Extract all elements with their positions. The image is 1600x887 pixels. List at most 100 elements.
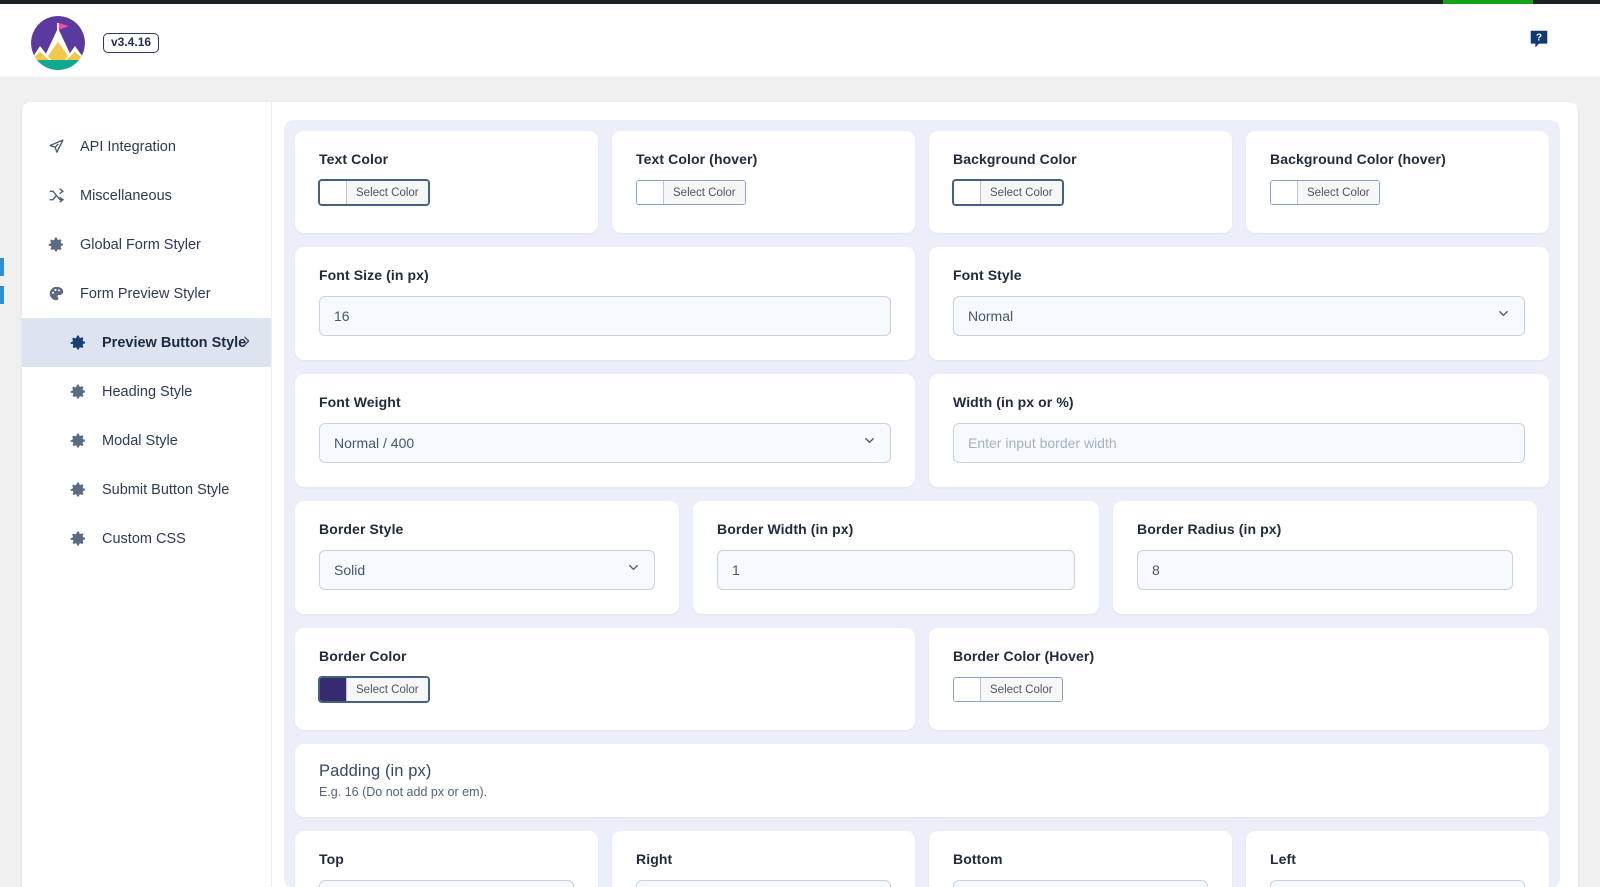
gear-icon: [70, 384, 92, 400]
border-color-row: Border Color Select Color Border Color (…: [295, 628, 1549, 730]
sidebar-item-label: Submit Button Style: [102, 481, 230, 498]
card-padding-top: Top Top: [295, 831, 598, 887]
card-label: Background Color (hover): [1270, 151, 1446, 167]
gear-icon: [70, 482, 92, 498]
shuffle-icon: [48, 187, 70, 204]
brand-area: v3.4.16: [31, 16, 160, 70]
card-padding-heading: Padding (in px) E.g. 16 (Do not add px o…: [295, 744, 1549, 817]
help-question-bubble-icon[interactable]: ?: [1528, 28, 1550, 50]
border-width-input[interactable]: 1: [717, 550, 1075, 590]
card-label: Bottom: [953, 851, 1003, 867]
card-label: Text Color (hover): [636, 151, 758, 167]
padding-title: Padding (in px): [319, 762, 432, 780]
mountain-flag-logo: [31, 16, 85, 70]
card-font-size: Font Size (in px) 16: [295, 247, 915, 360]
card-label: Border Color: [319, 648, 407, 664]
sidebar-item-preview-button-style[interactable]: Preview Button Style: [22, 318, 271, 367]
border-color-hover-picker-button[interactable]: Select Color: [953, 677, 1063, 702]
sidebar-item-label: Custom CSS: [102, 530, 186, 547]
sidebar-item-heading-style[interactable]: Heading Style: [22, 367, 271, 416]
border-row: Border Style Solid Border Width (in px) …: [295, 501, 1549, 614]
color-swatch: [1271, 181, 1298, 204]
background-color-hover-picker-button[interactable]: Select Color: [1270, 180, 1380, 205]
padding-top-input[interactable]: Top: [319, 880, 574, 887]
padding-bottom-input[interactable]: Bottom: [953, 880, 1208, 887]
card-text-color: Text Color Select Color: [295, 131, 598, 233]
sidebar-item-api-integration[interactable]: API Integration: [22, 122, 271, 171]
card-label: Font Weight: [319, 394, 401, 410]
app-shell: API Integration Miscellaneous Global For…: [22, 102, 1578, 887]
border-style-select[interactable]: Solid: [319, 550, 655, 590]
card-text-color-hover: Text Color (hover) Select Color: [612, 131, 915, 233]
color-swatch: [637, 181, 664, 204]
color-swatch: [954, 181, 981, 204]
weight-width-row: Font Weight Normal / 400 Width (in px or…: [295, 374, 1549, 487]
color-swatch: [320, 181, 347, 204]
sidebar-item-submit-button-style[interactable]: Submit Button Style: [22, 465, 271, 514]
card-padding-left: Left Left: [1246, 831, 1549, 887]
sidebar-item-label: Modal Style: [102, 432, 178, 449]
width-input[interactable]: Enter input border width: [953, 423, 1525, 463]
padding-heading-row: Padding (in px) E.g. 16 (Do not add px o…: [295, 744, 1549, 817]
select-color-label: Select Color: [347, 181, 428, 204]
sidebar-item-miscellaneous[interactable]: Miscellaneous: [22, 171, 271, 220]
sidebar-item-label: Heading Style: [102, 383, 193, 400]
top-loading-bar: [0, 0, 1600, 4]
card-label: Font Size (in px): [319, 267, 429, 283]
color-row: Text Color Select Color Text Color (hove…: [295, 131, 1549, 233]
content-area: Text Color Select Color Text Color (hove…: [272, 102, 1578, 887]
sidebar-item-custom-css[interactable]: Custom CSS: [22, 514, 271, 563]
border-color-picker-button[interactable]: Select Color: [319, 677, 429, 702]
card-label: Background Color: [953, 151, 1077, 167]
select-color-label: Select Color: [1298, 181, 1379, 204]
card-label: Left: [1270, 851, 1297, 867]
sidebar-item-form-preview-styler[interactable]: Form Preview Styler: [22, 269, 271, 318]
select-color-label: Select Color: [347, 678, 428, 701]
sidebar-item-label: API Integration: [80, 138, 176, 155]
palette-icon: [48, 285, 70, 302]
sidebar-item-modal-style[interactable]: Modal Style: [22, 416, 271, 465]
color-swatch: [320, 678, 347, 701]
sidebar: API Integration Miscellaneous Global For…: [22, 102, 272, 887]
sidebar-item-global-form-styler[interactable]: Global Form Styler: [22, 220, 271, 269]
card-label: Border Color (Hover): [953, 648, 1095, 664]
select-color-label: Select Color: [664, 181, 745, 204]
select-color-label: Select Color: [981, 678, 1062, 701]
font-weight-select[interactable]: Normal / 400: [319, 423, 891, 463]
gear-icon: [48, 237, 70, 253]
select-color-label: Select Color: [981, 181, 1062, 204]
loading-progress-segment: [1443, 0, 1533, 4]
border-radius-input[interactable]: 8: [1137, 550, 1513, 590]
sidebar-item-label: Global Form Styler: [80, 236, 201, 253]
svg-text:?: ?: [1536, 32, 1542, 43]
gear-icon: [70, 335, 92, 351]
card-label: Width (in px or %): [953, 394, 1074, 410]
font-style-select[interactable]: Normal: [953, 296, 1525, 336]
gear-icon: [70, 531, 92, 547]
settings-panel: Text Color Select Color Text Color (hove…: [284, 120, 1560, 887]
card-label: Border Width (in px): [717, 521, 854, 537]
card-label: Top: [319, 851, 344, 867]
card-padding-right: Right Right: [612, 831, 915, 887]
padding-right-input[interactable]: Right: [636, 880, 891, 887]
edge-marker-ticks: [0, 258, 4, 314]
padding-fields-row: Top Top Right Right Bottom Bottom Left L…: [295, 831, 1549, 887]
card-border-color: Border Color Select Color: [295, 628, 915, 730]
card-background-color: Background Color Select Color: [929, 131, 1232, 233]
color-swatch: [954, 678, 981, 701]
sidebar-item-label: Preview Button Style: [102, 334, 247, 351]
font-size-input[interactable]: 16: [319, 296, 891, 336]
card-border-style: Border Style Solid: [295, 501, 679, 614]
card-font-weight: Font Weight Normal / 400: [295, 374, 915, 487]
text-color-picker-button[interactable]: Select Color: [319, 180, 429, 205]
card-label: Border Radius (in px): [1137, 521, 1282, 537]
card-border-color-hover: Border Color (Hover) Select Color: [929, 628, 1549, 730]
card-label: Right: [636, 851, 673, 867]
padding-left-input[interactable]: Left: [1270, 880, 1525, 887]
send-plane-icon: [48, 138, 70, 155]
card-padding-bottom: Bottom Bottom: [929, 831, 1232, 887]
background-color-picker-button[interactable]: Select Color: [953, 180, 1063, 205]
page-body: API Integration Miscellaneous Global For…: [0, 78, 1600, 887]
text-color-hover-picker-button[interactable]: Select Color: [636, 180, 746, 205]
card-font-style: Font Style Normal: [929, 247, 1549, 360]
